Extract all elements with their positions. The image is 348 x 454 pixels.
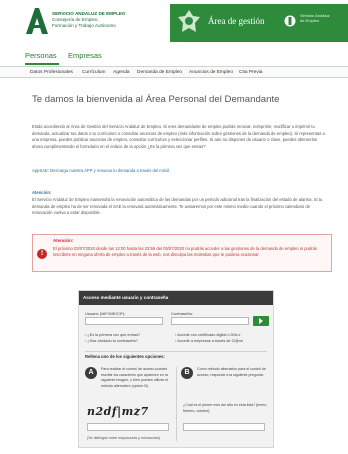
option-b-badge: B <box>181 367 193 379</box>
active-tab-indicator <box>25 63 59 65</box>
option-a-text: Para realizar el control de acceso puede… <box>101 367 168 388</box>
maintenance-alert: ! Atención: El próximo 03/07/2020 desde … <box>32 234 332 272</box>
alert-text: El próximo 03/07/2020 desde las 12:00 ha… <box>53 246 317 258</box>
nav-agenda[interactable]: Agenda <box>113 70 130 75</box>
junta-name: Servicio Andaluz de Empleo <box>300 13 330 23</box>
security-question: ¿Cuál es el primer mes del año en esta l… <box>183 403 268 413</box>
security-answer-input[interactable] <box>183 423 265 431</box>
area-title: Área de gestión <box>208 16 265 26</box>
sub-navigation: Datos Profesionales Currículum Agenda De… <box>0 66 348 78</box>
area-gestion-logo-icon <box>178 10 200 32</box>
site-header: SERVICIO ANDALUZ DE EMPLEO Consejería de… <box>0 0 348 48</box>
login-panel: Acceso mediante usuario y contraseña Usu… <box>78 290 274 448</box>
intro-text: Estás accediendo al Área de Gestión del … <box>32 124 325 149</box>
captcha-image: n2df|mz7 <box>87 405 149 418</box>
notice-heading: Atención: <box>32 190 52 195</box>
clave-login-link[interactable]: › Accede a empresas a través de Cl@ve <box>175 339 243 343</box>
forgot-password-link[interactable]: › ¿Has olvidado tu contraseña? <box>85 339 138 343</box>
login-divider <box>85 351 267 352</box>
nav-cita-previa[interactable]: Cita Previa <box>239 70 262 75</box>
first-time-link[interactable]: › ¿Es la primera vez que entras? <box>85 333 140 337</box>
login-submit-button[interactable] <box>253 316 269 326</box>
nav-demanda-empleo[interactable]: Demanda de Empleo <box>137 70 182 75</box>
nav-datos-profesionales[interactable]: Datos Profesionales <box>30 70 73 75</box>
password-label: Contraseña: <box>171 311 193 316</box>
username-input[interactable] <box>85 317 163 325</box>
page-title: Te damos la bienvenida al Área Personal … <box>32 94 280 105</box>
area-banner: Área de gestión Servicio Andaluz de Empl… <box>170 4 348 42</box>
username-label: Usuario (NIF/NIE/CIF): <box>85 311 126 316</box>
options-heading: Rellena uno de los siguientes opciones: <box>85 354 165 359</box>
app-download-link[interactable]: AppSAE: Descarga nuestra APP y renueva t… <box>32 168 328 175</box>
captcha-hint: (Se distingue entre mayúsculas y minúscu… <box>87 436 161 440</box>
login-title: Acceso mediante usuario y contraseña <box>83 295 169 300</box>
password-input[interactable] <box>171 317 249 325</box>
nav-curriculum[interactable]: Currículum <box>82 70 105 75</box>
options-divider <box>176 367 177 441</box>
main-tabs: Personas Empresas <box>0 50 348 65</box>
certificate-login-link[interactable]: › Accede con certificado digital o DNI-e <box>175 333 240 337</box>
option-a-badge: A <box>85 367 97 379</box>
nav-anuncios-empleo[interactable]: Anuncios de Empleo <box>189 70 233 75</box>
sae-logo-icon <box>26 8 48 34</box>
login-header: Acceso mediante usuario y contraseña <box>79 291 273 305</box>
junta-andalucia-icon <box>284 15 296 27</box>
option-b-text: Como método alternativo para el control … <box>197 367 266 377</box>
alert-heading: Atención: <box>53 238 74 243</box>
captcha-input[interactable] <box>87 423 169 431</box>
tab-empresas[interactable]: Empresas <box>68 51 102 60</box>
tab-personas[interactable]: Personas <box>25 51 57 60</box>
warning-icon: ! <box>37 249 47 259</box>
organization-name: SERVICIO ANDALUZ DE EMPLEO Consejería de… <box>52 11 126 28</box>
notice-text: El Servicio Andaluz de Empleo mantendrá … <box>32 197 323 216</box>
